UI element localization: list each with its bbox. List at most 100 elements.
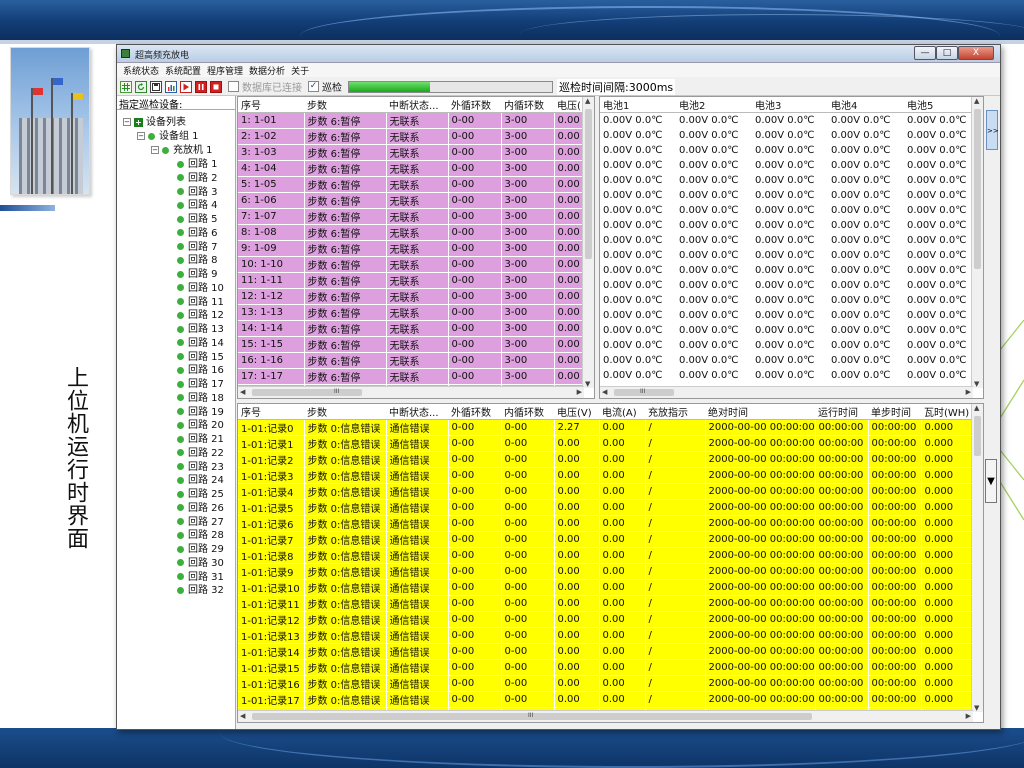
play-icon[interactable] (180, 80, 192, 93)
column-header[interactable]: 电池1 (600, 97, 676, 113)
column-header[interactable]: 绝对时间 (705, 404, 815, 420)
column-header[interactable]: 序号 (238, 404, 304, 420)
table-row[interactable]: 1-01:记录2 步数 0:信息错误 通信错误 0-00 0-00 0.00 0.00/20… (238, 451, 974, 468)
tree-loop-node[interactable]: 回路 11 (177, 296, 224, 309)
column-header[interactable]: 电流(A) (599, 404, 645, 420)
tree-loop-node[interactable]: 回路 16 (177, 364, 224, 377)
table-row[interactable]: 0.00V 0.0℃ 0.00V 0.0℃ 0.00V 0.0℃ 0.00V 0.0℃… (600, 142, 973, 158)
patrol-checkbox[interactable]: ✓ (308, 81, 319, 92)
table-row[interactable]: 0.00V 0.0℃ 0.00V 0.0℃ 0.00V 0.0℃ 0.00V 0.0℃… (600, 247, 973, 263)
collapse-icon[interactable]: − (123, 118, 131, 126)
tree-loop-node[interactable]: 回路 10 (177, 282, 224, 295)
column-header[interactable]: 电池4 (828, 97, 904, 113)
grid-icon[interactable] (120, 80, 132, 93)
column-header[interactable]: 电池2 (676, 97, 752, 113)
table-row[interactable]: 1-01:记录3 步数 0:信息错误 通信错误 0-00 0-00 0.00 0.00/20… (238, 467, 974, 484)
table-row[interactable]: 1-01:记录17 步数 0:信息错误 通信错误 0-00 0-00 0.00 0.00/2… (238, 691, 974, 708)
maximize-button[interactable]: □ (936, 46, 958, 60)
tree-loop-node[interactable]: 回路 29 (177, 543, 224, 556)
table-row[interactable]: 0.00V 0.0℃ 0.00V 0.0℃ 0.00V 0.0℃ 0.00V 0.0℃… (600, 217, 973, 233)
menu-system-status[interactable]: 系统状态 (123, 64, 159, 77)
tree-loop-node[interactable]: 回路 17 (177, 378, 224, 391)
column-header[interactable]: 内循环数 (501, 404, 554, 420)
record-table-hscroll[interactable]: III ◀ ▶ (238, 710, 973, 722)
battery-table-vscroll[interactable]: ▲ ▼ (971, 97, 983, 388)
loop-table-hscroll[interactable]: III ◀ ▶ (238, 386, 584, 398)
table-row[interactable]: 0.00V 0.0℃ 0.00V 0.0℃ 0.00V 0.0℃ 0.00V 0.0℃… (600, 337, 973, 353)
column-header[interactable]: 中断状态... (386, 97, 448, 113)
table-row[interactable]: 0.00V 0.0℃ 0.00V 0.0℃ 0.00V 0.0℃ 0.00V 0.0℃… (600, 292, 973, 308)
tree-loop-node[interactable]: 回路 8 (177, 254, 218, 267)
table-row[interactable]: 0.00V 0.0℃ 0.00V 0.0℃ 0.00V 0.0℃ 0.00V 0.0℃… (600, 127, 973, 143)
table-row[interactable]: 3: 1-03 步数 6:暂停 无联系 0-00 3-00 0.00 (238, 144, 585, 161)
column-header[interactable]: 外循环数 (448, 404, 501, 420)
table-row[interactable]: 16: 1-16 步数 6:暂停 无联系 0-00 3-00 0.00 (238, 352, 585, 369)
tree-loop-node[interactable]: 回路 12 (177, 309, 224, 322)
table-row[interactable]: 1-01:记录5 步数 0:信息错误 通信错误 0-00 0-00 0.00 0.00/20… (238, 499, 974, 516)
table-row[interactable]: 10: 1-10 步数 6:暂停 无联系 0-00 3-00 0.00 (238, 256, 585, 273)
table-row[interactable]: 0.00V 0.0℃ 0.00V 0.0℃ 0.00V 0.0℃ 0.00V 0.0℃… (600, 367, 973, 383)
table-row[interactable]: 1-01:记录1 步数 0:信息错误 通信错误 0-00 0-00 0.00 0.00/20… (238, 435, 974, 452)
tree-loop-node[interactable]: 回路 28 (177, 529, 224, 542)
table-row[interactable]: 5: 1-05 步数 6:暂停 无联系 0-00 3-00 0.00 (238, 176, 585, 193)
table-row[interactable]: 0.00V 0.0℃ 0.00V 0.0℃ 0.00V 0.0℃ 0.00V 0.0℃… (600, 322, 973, 338)
column-header[interactable]: 中断状态... (386, 404, 448, 420)
tree-loop-node[interactable]: 回路 22 (177, 447, 224, 460)
table-row[interactable]: 1-01:记录15 步数 0:信息错误 通信错误 0-00 0-00 0.00 0.00/2… (238, 659, 974, 676)
table-row[interactable]: 14: 1-14 步数 6:暂停 无联系 0-00 3-00 0.00 (238, 320, 585, 337)
table-row[interactable]: 1: 1-01 步数 6:暂停 无联系 0-00 3-00 0.00 (238, 112, 585, 129)
table-row[interactable]: 8: 1-08 步数 6:暂停 无联系 0-00 3-00 0.00 (238, 224, 585, 241)
tree-loop-node[interactable]: 回路 1 (177, 158, 218, 171)
table-row[interactable]: 12: 1-12 步数 6:暂停 无联系 0-00 3-00 0.00 (238, 288, 585, 305)
minimize-button[interactable]: — (914, 46, 936, 60)
table-row[interactable]: 1-01:记录6 步数 0:信息错误 通信错误 0-00 0-00 0.00 0.00/20… (238, 515, 974, 532)
column-header[interactable]: 瓦时(WH) (921, 404, 973, 420)
table-row[interactable]: 7: 1-07 步数 6:暂停 无联系 0-00 3-00 0.00 (238, 208, 585, 225)
loop-table-vscroll[interactable]: ▲ ▼ (582, 97, 594, 388)
column-header[interactable]: 电压(V) (554, 404, 599, 420)
table-row[interactable]: 0.00V 0.0℃ 0.00V 0.0℃ 0.00V 0.0℃ 0.00V 0.0℃… (600, 157, 973, 173)
tree-loop-node[interactable]: 回路 3 (177, 186, 218, 199)
save-icon[interactable] (150, 80, 162, 93)
menu-data-analysis[interactable]: 数据分析 (249, 64, 285, 77)
column-header[interactable]: 外循环数 (448, 97, 501, 113)
table-row[interactable]: 2: 1-02 步数 6:暂停 无联系 0-00 3-00 0.00 (238, 128, 585, 145)
table-row[interactable]: 1-01:记录14 步数 0:信息错误 通信错误 0-00 0-00 0.00 0.00/2… (238, 643, 974, 660)
tree-machine-node[interactable]: − 充放机 1 (151, 144, 213, 157)
column-header[interactable]: 电池5 (904, 97, 973, 113)
battery-table-hscroll[interactable]: III ◀ ▶ (600, 386, 973, 398)
tree-group-node[interactable]: − 设备组 1 (137, 130, 199, 143)
tree-loop-node[interactable]: 回路 30 (177, 557, 224, 570)
table-row[interactable]: 0.00V 0.0℃ 0.00V 0.0℃ 0.00V 0.0℃ 0.00V 0.0℃… (600, 307, 973, 323)
table-row[interactable]: 1-01:记录7 步数 0:信息错误 通信错误 0-00 0-00 0.00 0.00/20… (238, 531, 974, 548)
tree-loop-node[interactable]: 回路 31 (177, 571, 224, 584)
table-row[interactable]: 6: 1-06 步数 6:暂停 无联系 0-00 3-00 0.00 (238, 192, 585, 209)
tree-loop-node[interactable]: 回路 6 (177, 227, 218, 240)
table-row[interactable]: 0.00V 0.0℃ 0.00V 0.0℃ 0.00V 0.0℃ 0.00V 0.0℃… (600, 277, 973, 293)
tree-loop-node[interactable]: 回路 25 (177, 488, 224, 501)
column-header[interactable]: 步数 (304, 404, 386, 420)
close-button[interactable]: X (958, 46, 994, 60)
table-row[interactable]: 0.00V 0.0℃ 0.00V 0.0℃ 0.00V 0.0℃ 0.00V 0.0℃… (600, 172, 973, 188)
db-connected-checkbox[interactable] (228, 81, 239, 92)
stop-icon[interactable] (210, 80, 222, 93)
tree-loop-node[interactable]: 回路 5 (177, 213, 218, 226)
table-row[interactable]: 4: 1-04 步数 6:暂停 无联系 0-00 3-00 0.00 (238, 160, 585, 177)
table-row[interactable]: 1-01:记录11 步数 0:信息错误 通信错误 0-00 0-00 0.00 0.00/2… (238, 595, 974, 612)
tree-loop-node[interactable]: 回路 13 (177, 323, 224, 336)
tree-loop-node[interactable]: 回路 4 (177, 199, 218, 212)
table-row[interactable]: 17: 1-17 步数 6:暂停 无联系 0-00 3-00 0.00 (238, 368, 585, 385)
table-row[interactable]: 1-01:记录8 步数 0:信息错误 通信错误 0-00 0-00 0.00 0.00/20… (238, 547, 974, 564)
tree-loop-node[interactable]: 回路 24 (177, 474, 224, 487)
table-row[interactable]: 0.00V 0.0℃ 0.00V 0.0℃ 0.00V 0.0℃ 0.00V 0.0℃… (600, 352, 973, 368)
table-row[interactable]: 0.00V 0.0℃ 0.00V 0.0℃ 0.00V 0.0℃ 0.00V 0.0℃… (600, 202, 973, 218)
column-header[interactable]: 单步时间 (868, 404, 921, 420)
table-row[interactable]: 13: 1-13 步数 6:暂停 无联系 0-00 3-00 0.00 (238, 304, 585, 321)
table-row[interactable]: 1-01:记录16 步数 0:信息错误 通信错误 0-00 0-00 0.00 0.00/2… (238, 675, 974, 692)
table-row[interactable]: 1-01:记录12 步数 0:信息错误 通信错误 0-00 0-00 0.00 0.00/2… (238, 611, 974, 628)
column-header[interactable]: 内循环数 (501, 97, 554, 113)
tree-loop-node[interactable]: 回路 27 (177, 516, 224, 529)
tree-loop-node[interactable]: 回路 14 (177, 337, 224, 350)
tree-loop-node[interactable]: 回路 23 (177, 461, 224, 474)
tree-loop-node[interactable]: 回路 20 (177, 419, 224, 432)
